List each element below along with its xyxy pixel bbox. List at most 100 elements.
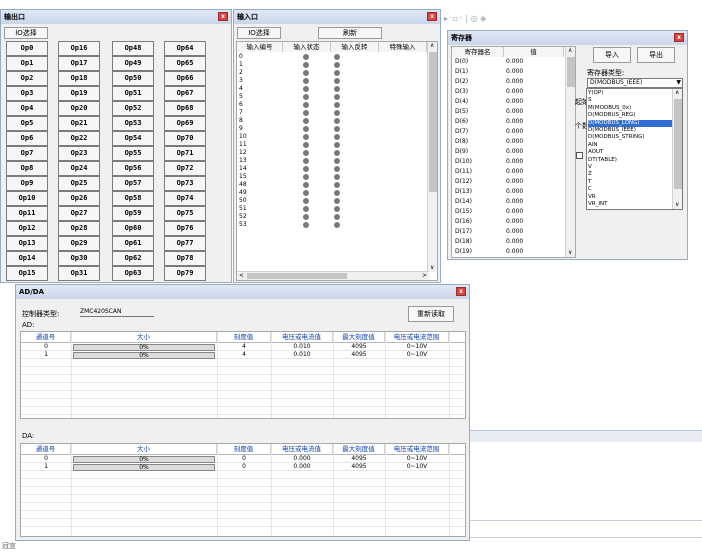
input-status-indicator-icon[interactable] bbox=[334, 134, 340, 140]
checkbox[interactable] bbox=[576, 152, 583, 159]
output-button[interactable]: Op23 bbox=[58, 146, 100, 161]
output-button[interactable]: Op52 bbox=[112, 101, 154, 116]
input-status-indicator-icon[interactable] bbox=[303, 118, 309, 124]
register-value-cell[interactable]: 0.000 bbox=[506, 98, 523, 106]
input-window-titlebar[interactable]: 输入口 x bbox=[234, 10, 440, 24]
register-value-cell[interactable]: 0.000 bbox=[506, 168, 523, 176]
input-status-indicator-icon[interactable] bbox=[303, 142, 309, 148]
register-type-option[interactable]: AOUT bbox=[588, 149, 672, 156]
register-name-cell[interactable]: D(12) bbox=[455, 178, 472, 186]
register-type-select[interactable]: D(MODBUS_IEEE) ▼ bbox=[587, 78, 683, 88]
register-type-option[interactable]: M(MODBUS_0x) bbox=[588, 105, 672, 112]
output-button[interactable]: Op76 bbox=[164, 221, 206, 236]
output-button[interactable]: Op28 bbox=[58, 221, 100, 236]
input-status-indicator-icon[interactable] bbox=[303, 134, 309, 140]
output-button[interactable]: Op0 bbox=[6, 41, 48, 56]
input-status-indicator-icon[interactable] bbox=[303, 62, 309, 68]
register-value-cell[interactable]: 0.000 bbox=[506, 58, 523, 66]
output-button[interactable]: Op60 bbox=[112, 221, 154, 236]
register-value-cell[interactable]: 0.000 bbox=[506, 248, 523, 256]
output-button[interactable]: Op51 bbox=[112, 86, 154, 101]
scroll-down-icon[interactable]: ∨ bbox=[430, 264, 434, 271]
output-button[interactable]: Op50 bbox=[112, 71, 154, 86]
input-status-indicator-icon[interactable] bbox=[303, 158, 309, 164]
input-status-indicator-icon[interactable] bbox=[303, 190, 309, 196]
scroll-thumb[interactable] bbox=[674, 99, 682, 189]
register-value-cell[interactable]: 0.000 bbox=[506, 228, 523, 236]
output-button[interactable]: Op5 bbox=[6, 116, 48, 131]
input-status-indicator-icon[interactable] bbox=[334, 150, 340, 156]
output-button[interactable]: Op11 bbox=[6, 206, 48, 221]
input-table-header-cell[interactable]: 输入反转 bbox=[331, 42, 379, 52]
register-type-option[interactable]: VR bbox=[588, 194, 672, 201]
register-value-cell[interactable]: 0.000 bbox=[506, 138, 523, 146]
output-button[interactable]: Op56 bbox=[112, 161, 154, 176]
close-icon[interactable]: x bbox=[674, 33, 684, 42]
scroll-up-icon[interactable]: ∧ bbox=[675, 89, 679, 96]
register-type-option[interactable]: VR_INT bbox=[588, 201, 672, 208]
register-name-cell[interactable]: D(2) bbox=[455, 78, 468, 86]
register-value-cell[interactable]: 0.000 bbox=[506, 208, 523, 216]
scroll-left-icon[interactable]: < bbox=[239, 272, 244, 279]
register-name-cell[interactable]: D(4) bbox=[455, 98, 468, 106]
input-table-header-cell[interactable]: 特殊输入 bbox=[379, 42, 427, 52]
input-status-indicator-icon[interactable] bbox=[303, 174, 309, 180]
output-button[interactable]: Op49 bbox=[112, 56, 154, 71]
output-button[interactable]: Op26 bbox=[58, 191, 100, 206]
register-type-option[interactable]: AIN bbox=[588, 142, 672, 149]
register-type-dropdown-list[interactable]: Y(OP) S M(MODBUS_0x) D(MODBUS_REG) D(MODBUS_… bbox=[586, 88, 683, 210]
input-status-indicator-icon[interactable] bbox=[334, 54, 340, 60]
close-icon[interactable]: x bbox=[427, 12, 437, 21]
register-name-cell[interactable]: D(0) bbox=[455, 58, 468, 66]
input-status-indicator-icon[interactable] bbox=[303, 54, 309, 60]
register-type-option[interactable]: C bbox=[588, 186, 672, 193]
input-status-indicator-icon[interactable] bbox=[334, 62, 340, 68]
output-button[interactable]: Op2 bbox=[6, 71, 48, 86]
register-name-cell[interactable]: D(9) bbox=[455, 148, 468, 156]
scroll-up-icon[interactable]: ∧ bbox=[430, 42, 434, 49]
output-button[interactable]: Op55 bbox=[112, 146, 154, 161]
register-name-cell[interactable]: D(18) bbox=[455, 238, 472, 246]
input-status-indicator-icon[interactable] bbox=[334, 166, 340, 172]
output-button[interactable]: Op62 bbox=[112, 251, 154, 266]
register-type-option[interactable]: S bbox=[588, 97, 672, 104]
scroll-down-icon[interactable]: ∨ bbox=[568, 249, 572, 256]
input-status-indicator-icon[interactable] bbox=[303, 150, 309, 156]
input-status-indicator-icon[interactable] bbox=[334, 174, 340, 180]
input-status-indicator-icon[interactable] bbox=[303, 126, 309, 132]
output-button[interactable]: Op12 bbox=[6, 221, 48, 236]
register-name-cell[interactable]: D(19) bbox=[455, 248, 472, 256]
output-button[interactable]: Op59 bbox=[112, 206, 154, 221]
output-button[interactable]: Op3 bbox=[6, 86, 48, 101]
output-button[interactable]: Op4 bbox=[6, 101, 48, 116]
output-button[interactable]: Op57 bbox=[112, 176, 154, 191]
input-status-indicator-icon[interactable] bbox=[334, 102, 340, 108]
output-button[interactable]: Op9 bbox=[6, 176, 48, 191]
input-status-indicator-icon[interactable] bbox=[334, 222, 340, 228]
input-status-indicator-icon[interactable] bbox=[303, 206, 309, 212]
register-name-cell[interactable]: D(5) bbox=[455, 108, 468, 116]
register-name-cell[interactable]: D(6) bbox=[455, 118, 468, 126]
output-button[interactable]: Op16 bbox=[58, 41, 100, 56]
input-status-indicator-icon[interactable] bbox=[334, 142, 340, 148]
input-table-header-cell[interactable]: 输入状态 bbox=[283, 42, 331, 52]
close-icon[interactable]: x bbox=[456, 287, 466, 296]
import-button[interactable]: 导入 bbox=[593, 47, 631, 63]
register-value-cell[interactable]: 0.000 bbox=[506, 178, 523, 186]
input-status-indicator-icon[interactable] bbox=[303, 110, 309, 116]
input-status-indicator-icon[interactable] bbox=[303, 222, 309, 228]
dropdown-scrollbar[interactable]: ∧ ∨ bbox=[672, 89, 682, 209]
io-select-button[interactable]: IO选择 bbox=[237, 27, 281, 39]
register-value-cell[interactable]: 0.000 bbox=[506, 158, 523, 166]
input-status-indicator-icon[interactable] bbox=[303, 182, 309, 188]
register-name-cell[interactable]: D(1) bbox=[455, 68, 468, 76]
output-button[interactable]: Op79 bbox=[164, 266, 206, 281]
input-status-indicator-icon[interactable] bbox=[303, 214, 309, 220]
register-value-cell[interactable]: 0.000 bbox=[506, 88, 523, 96]
register-name-cell[interactable]: D(11) bbox=[455, 168, 472, 176]
input-status-indicator-icon[interactable] bbox=[334, 126, 340, 132]
output-button[interactable]: Op21 bbox=[58, 116, 100, 131]
register-value-cell[interactable]: 0.000 bbox=[506, 148, 523, 156]
scroll-down-icon[interactable]: ∨ bbox=[675, 201, 679, 208]
input-status-indicator-icon[interactable] bbox=[334, 86, 340, 92]
